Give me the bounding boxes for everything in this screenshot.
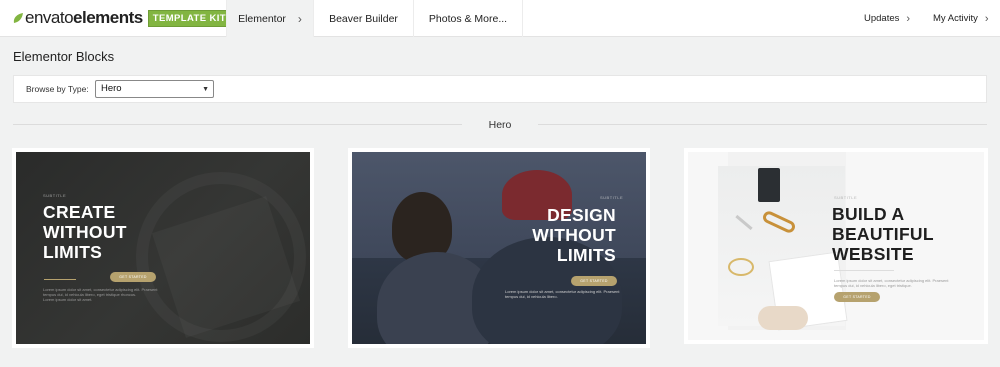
coffee-cup-shape [758, 168, 780, 202]
card-paragraph: Lorem ipsum dolor sit amet, consectetur … [43, 287, 173, 302]
template-card[interactable]: SUBTITLE CREATE WITHOUT LIMITS GET START… [12, 148, 314, 348]
tab-elementor-label: Elementor [238, 12, 286, 25]
section-divider-left [13, 124, 462, 125]
accent-rule [44, 279, 76, 280]
card-heading: DESIGN WITHOUT LIMITS [532, 205, 616, 265]
dropdown-caret-icon: ▼ [202, 86, 209, 93]
card-paragraph: Lorem ipsum dolor sit amet, consectetur … [834, 278, 954, 288]
chevron-right-icon: › [297, 11, 302, 26]
card-overline: SUBTITLE [834, 195, 858, 200]
type-select[interactable]: Hero ▼ [95, 80, 214, 98]
card-heading-line: CREATE [43, 202, 116, 222]
my-activity-link[interactable]: My Activity › [933, 0, 989, 37]
envato-elements-logo[interactable]: envatoelements TEMPLATE KITS [12, 9, 238, 27]
card-heading-line: WEBSITE [832, 244, 914, 264]
card-overline: SUBTITLE [43, 193, 67, 198]
logo-word-envato: envato [25, 8, 74, 27]
card-overline: SUBTITLE [600, 195, 624, 200]
card-heading-line: WITHOUT [532, 225, 616, 245]
updates-label: Updates [864, 13, 900, 24]
pen-shape [735, 214, 753, 231]
divider-rule [834, 270, 894, 271]
section-divider-right [538, 124, 987, 125]
card-heading: CREATE WITHOUT LIMITS [43, 202, 127, 262]
hand-shape [758, 306, 808, 330]
desk-photo [718, 166, 848, 331]
tab-beaver-builder-label: Beaver Builder [329, 12, 398, 25]
chevron-right-icon: › [984, 12, 989, 25]
template-thumbnail: SUBTITLE BUILD A BEAUTIFUL WEBSITE Lorem… [688, 152, 984, 340]
leaf-icon [13, 13, 23, 23]
card-heading-line: WITHOUT [43, 222, 127, 242]
type-select-value: Hero [101, 83, 122, 94]
page-title: Elementor Blocks [13, 49, 115, 64]
tab-beaver-builder[interactable]: Beaver Builder [313, 0, 413, 37]
card-cta-button: GET STARTED [571, 276, 617, 286]
card-paragraph-line: Lorem ipsum dolor sit amet. [43, 297, 93, 302]
clip-shape [728, 258, 754, 276]
section-title: Hero [488, 119, 512, 131]
tab-photos-more-label: Photos & More... [428, 12, 508, 25]
filter-bar: Browse by Type: Hero ▼ [13, 75, 987, 103]
template-card[interactable]: SUBTITLE BUILD A BEAUTIFUL WEBSITE Lorem… [684, 148, 988, 344]
sunglasses-shape [761, 209, 797, 235]
template-thumbnail: SUBTITLE CREATE WITHOUT LIMITS GET START… [16, 152, 310, 344]
chevron-right-icon: › [906, 12, 911, 25]
card-heading-line: DESIGN [547, 205, 616, 225]
my-activity-label: My Activity [933, 13, 978, 24]
card-paragraph-line: tempus dui, id vehicula libero, eget tri… [834, 283, 912, 288]
tab-elementor[interactable]: Elementor › [226, 0, 313, 37]
card-heading-line: LIMITS [43, 242, 103, 262]
card-cta-button: GET STARTED [834, 292, 880, 302]
template-thumbnail: SUBTITLE DESIGN WITHOUT LIMITS GET START… [352, 152, 646, 344]
card-paragraph-line: tempus dui, id vehicula libero. [505, 294, 558, 299]
browse-by-type-label: Browse by Type: [26, 84, 89, 94]
card-heading-line: LIMITS [556, 245, 616, 265]
card-cta-button: GET STARTED [110, 272, 156, 282]
card-heading: BUILD A BEAUTIFUL WEBSITE [832, 204, 934, 264]
top-navigation-bar: envatoelements TEMPLATE KITS Elementor ›… [0, 0, 1000, 37]
tab-photos-more[interactable]: Photos & More... [413, 0, 523, 37]
card-heading-line: BEAUTIFUL [832, 224, 934, 244]
logo-wordmark: envatoelements [25, 9, 143, 27]
template-card[interactable]: SUBTITLE DESIGN WITHOUT LIMITS GET START… [348, 148, 650, 348]
card-paragraph: Lorem ipsum dolor sit amet, consectetur … [505, 289, 625, 299]
logo-word-elements: elements [73, 8, 143, 27]
template-kits-badge: TEMPLATE KITS [147, 9, 238, 27]
updates-link[interactable]: Updates › [864, 0, 910, 37]
card-heading-line: BUILD A [832, 204, 905, 224]
